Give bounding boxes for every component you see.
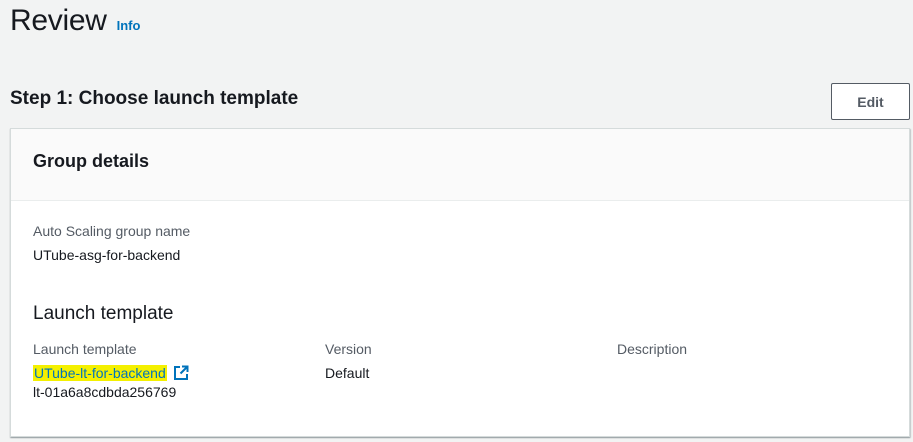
asg-name-value: UTube-asg-for-backend — [33, 247, 181, 263]
group-details-header: Group details — [11, 129, 909, 201]
edit-button[interactable]: Edit — [831, 83, 910, 120]
external-link-icon[interactable] — [173, 365, 189, 381]
page-title: Review — [10, 4, 107, 37]
launch-template-column: Launch template UTube-lt-for-backend lt-… — [33, 341, 189, 400]
info-link[interactable]: Info — [117, 18, 141, 33]
group-details-container: Group details Auto Scaling group name UT… — [10, 128, 910, 437]
launch-template-id: lt-01a6a8cdbda256769 — [33, 384, 177, 400]
description-label: Description — [617, 341, 688, 357]
step-title: Step 1: Choose launch template — [10, 88, 299, 109]
group-details-title: Group details — [33, 151, 150, 171]
version-column: Version Default — [325, 341, 372, 381]
page-header: Review Info — [10, 4, 140, 38]
step-header: Step 1: Choose launch template Edit — [10, 83, 910, 120]
description-column: Description — [617, 341, 687, 357]
asg-name-field: Auto Scaling group name UTube-asg-for-ba… — [33, 223, 190, 263]
version-value: Default — [325, 365, 370, 381]
launch-template-label: Launch template — [33, 341, 137, 357]
version-label: Version — [325, 341, 372, 357]
launch-template-link[interactable]: UTube-lt-for-backend — [33, 365, 167, 381]
group-details-body: Auto Scaling group name UTube-asg-for-ba… — [11, 201, 909, 400]
launch-template-section-title: Launch template — [33, 303, 174, 324]
asg-name-label: Auto Scaling group name — [33, 223, 191, 239]
